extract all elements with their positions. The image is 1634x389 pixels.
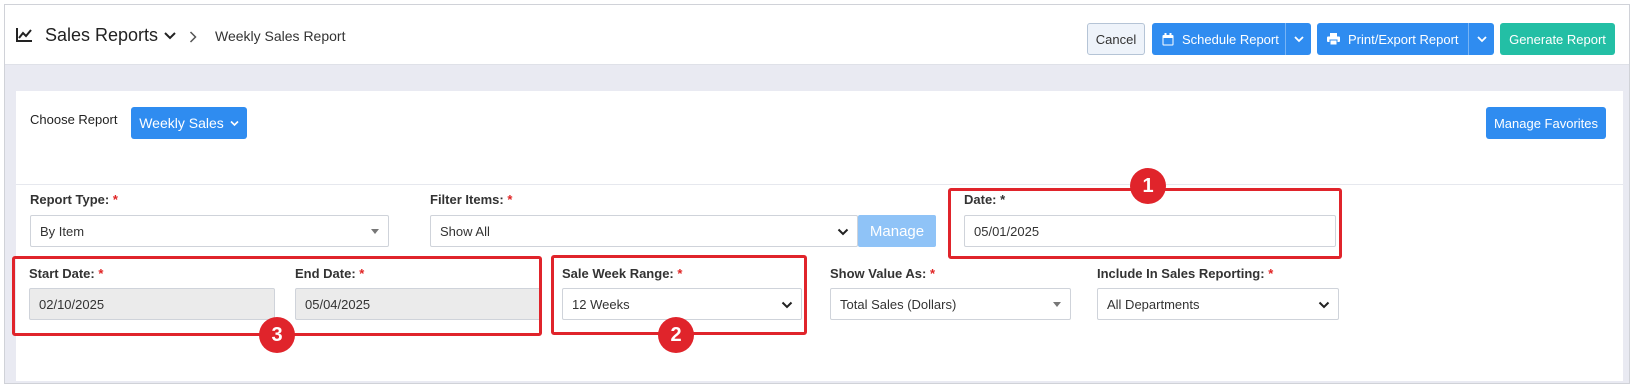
chevron-down-icon (1318, 301, 1330, 309)
schedule-report-button[interactable]: Schedule Report (1152, 23, 1311, 55)
print-export-dropdown-toggle[interactable] (1468, 23, 1494, 55)
sale-week-range-value: 12 Weeks (572, 296, 630, 312)
end-date-input: 05/04/2025 (295, 288, 542, 320)
show-value-as-value: Total Sales (Dollars) (840, 296, 957, 312)
annotation-badge-2: 2 (658, 317, 694, 353)
print-export-label: Print/Export Report (1348, 31, 1459, 47)
breadcrumb-separator-icon (189, 31, 197, 43)
manage-favorites-button[interactable]: Manage Favorites (1486, 107, 1606, 139)
sale-week-range-label: Sale Week Range: * (562, 266, 683, 281)
app-window: Sales Reports Weekly Sales Report Cancel… (4, 4, 1630, 384)
divider (16, 184, 1623, 185)
date-value: 05/01/2025 (974, 223, 1040, 239)
start-date-label: Start Date: * (29, 266, 104, 281)
filter-items-label: Filter Items: * (430, 192, 513, 207)
show-value-as-label: Show Value As: * (830, 266, 936, 281)
start-date-value: 02/10/2025 (39, 296, 105, 312)
report-card: Choose Report Weekly Sales Manage Favori… (16, 91, 1623, 381)
include-in-sales-label: Include In Sales Reporting: * (1097, 266, 1274, 281)
end-date-value: 05/04/2025 (305, 296, 371, 312)
print-export-button[interactable]: Print/Export Report (1317, 23, 1494, 55)
include-in-sales-select[interactable]: All Departments (1097, 288, 1339, 320)
report-selector-button[interactable]: Weekly Sales (131, 107, 247, 139)
annotation-badge-1: 1 (1130, 168, 1166, 204)
report-type-value: By Item (40, 223, 85, 239)
top-bar: Sales Reports Weekly Sales Report Cancel… (5, 5, 1629, 65)
chevron-down-icon (781, 301, 793, 309)
include-in-sales-value: All Departments (1107, 296, 1200, 312)
breadcrumb: Weekly Sales Report (215, 28, 346, 44)
manage-filter-label: Manage (869, 222, 925, 240)
schedule-dropdown-toggle[interactable] (1285, 23, 1311, 55)
cancel-button[interactable]: Cancel (1087, 23, 1145, 55)
caret-down-icon (1053, 302, 1061, 307)
start-date-input: 02/10/2025 (29, 288, 275, 320)
chevron-down-icon (1293, 36, 1304, 43)
chevron-down-icon (230, 120, 239, 126)
date-label: Date: * (964, 192, 1006, 207)
printer-icon (1327, 33, 1340, 45)
date-input[interactable]: 05/01/2025 (964, 215, 1336, 247)
filter-items-select[interactable]: Show All (430, 215, 858, 247)
calendar-icon (1162, 32, 1174, 45)
end-date-label: End Date: * (295, 266, 365, 281)
caret-down-icon (371, 229, 379, 234)
schedule-report-label: Schedule Report (1182, 31, 1279, 47)
generate-report-label: Generate Report (1509, 31, 1606, 47)
report-type-select[interactable]: By Item (30, 215, 389, 247)
report-type-label: Report Type: * (30, 192, 118, 207)
manage-favorites-label: Manage Favorites (1493, 115, 1599, 131)
manage-filter-button[interactable]: Manage (858, 215, 936, 247)
choose-report-label: Choose Report (30, 112, 118, 127)
filter-items-value: Show All (440, 223, 490, 239)
cancel-button-label: Cancel (1095, 31, 1137, 47)
generate-report-button[interactable]: Generate Report (1500, 23, 1615, 55)
line-chart-icon (16, 28, 32, 42)
annotation-badge-3: 3 (259, 317, 295, 353)
chevron-down-icon (1476, 36, 1487, 43)
sale-week-range-select[interactable]: 12 Weeks (562, 288, 802, 320)
chevron-down-icon[interactable] (164, 31, 176, 41)
report-selector-label: Weekly Sales (139, 115, 224, 131)
show-value-as-select[interactable]: Total Sales (Dollars) (830, 288, 1071, 320)
chevron-down-icon (837, 228, 849, 236)
app-title: Sales Reports (45, 25, 159, 45)
